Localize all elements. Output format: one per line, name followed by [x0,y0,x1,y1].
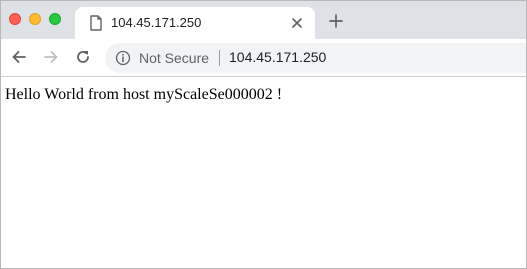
browser-window: 104.45.171.250 Not Secure 104.45.171.250… [0,0,527,269]
forward-arrow-icon[interactable] [42,48,60,66]
page-icon [89,15,103,31]
window-maximize-button[interactable] [49,13,61,25]
reload-icon[interactable] [74,48,92,66]
window-minimize-button[interactable] [29,13,41,25]
url-text[interactable]: 104.45.171.250 [229,49,326,65]
page-body-text: Hello World from host myScaleSe000002 ! [5,86,283,103]
browser-tab[interactable]: 104.45.171.250 [75,7,315,39]
tab-title: 104.45.171.250 [111,15,202,30]
plus-icon[interactable] [327,12,345,30]
address-bar[interactable]: Not Secure 104.45.171.250 [105,43,526,73]
browser-toolbar: Not Secure 104.45.171.250 [1,39,526,77]
page-content: Hello World from host myScaleSe000002 ! [1,77,526,268]
tab-strip: 104.45.171.250 [1,1,526,39]
window-close-button[interactable] [9,13,21,25]
security-status-label[interactable]: Not Secure [139,50,209,66]
back-arrow-icon[interactable] [10,48,28,66]
info-icon[interactable] [115,50,131,66]
address-bar-divider [219,50,220,66]
close-icon[interactable] [289,15,305,31]
